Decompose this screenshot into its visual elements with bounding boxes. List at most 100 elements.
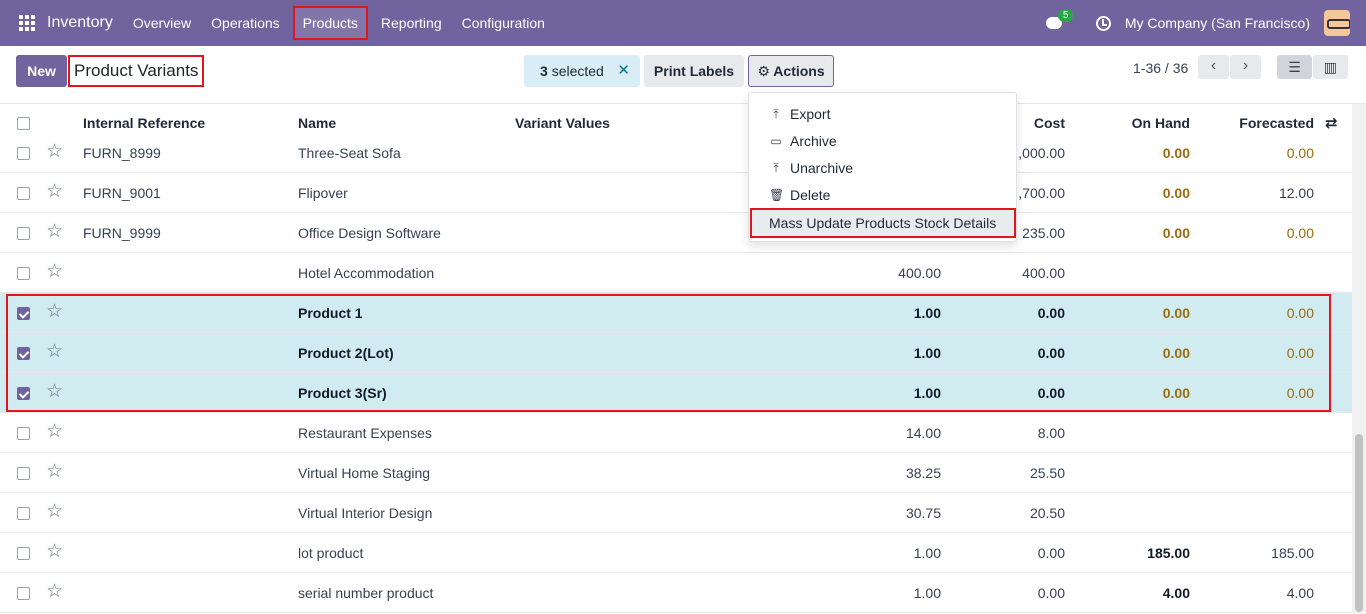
new-button[interactable]: New: [16, 55, 67, 87]
gear-icon: ⚙: [757, 63, 770, 79]
list-view-icon[interactable]: ☰: [1277, 55, 1312, 79]
user-avatar[interactable]: [1324, 10, 1350, 36]
vertical-scrollbar[interactable]: [1352, 104, 1366, 614]
cell-cost: 25.50: [1029, 465, 1065, 481]
chevron-right-icon[interactable]: ›: [1230, 55, 1261, 79]
cell-cost: 0.00: [1037, 545, 1065, 561]
cell-forecasted: 0.00: [1286, 145, 1314, 161]
table-row[interactable]: ☆ FURN_9999 Office Design Software 235.00 0.…: [0, 213, 1352, 253]
cell-name: Three-Seat Sofa: [298, 145, 401, 161]
cell-on-hand: 0.00: [1162, 225, 1190, 241]
menu-archive[interactable]: ▭ Archive: [769, 131, 837, 151]
table-row[interactable]: ☆ FURN_8999 Three-Seat Sofa ,000.00 0.00 0.00: [0, 133, 1352, 173]
menu-reporting[interactable]: Reporting: [371, 0, 452, 46]
row-checkbox[interactable]: [17, 467, 30, 480]
app-name[interactable]: Inventory: [47, 14, 113, 32]
table-row[interactable]: ☆ Virtual Home Staging 38.25 25.50: [0, 453, 1352, 493]
cell-internal-reference: FURN_9999: [83, 225, 161, 241]
clock-icon[interactable]: [1095, 15, 1111, 31]
inbox-icon: ▭: [770, 134, 782, 148]
delete-label: Delete: [790, 187, 831, 203]
cell-name: serial number product: [298, 585, 434, 601]
menu-delete[interactable]: 🗑 Delete: [769, 185, 830, 205]
cell-on-hand: 185.00: [1147, 545, 1190, 561]
menu-operations[interactable]: Operations: [201, 0, 289, 46]
table-row[interactable]: ☆ serial number product 1.00 0.00 4.00 4.00: [0, 573, 1352, 613]
selected-count: 3: [540, 63, 548, 79]
star-icon[interactable]: ☆: [46, 142, 63, 161]
archive-label: Archive: [790, 133, 837, 149]
cell-cost: 0.00: [1037, 585, 1065, 601]
table-row[interactable]: ☆ Virtual Interior Design 30.75 20.50: [0, 493, 1352, 533]
star-icon[interactable]: ☆: [46, 502, 63, 521]
menu-export[interactable]: ⤒ Export: [769, 104, 830, 124]
row-checkbox[interactable]: [17, 227, 30, 240]
table-row[interactable]: ☆ FURN_9001 Flipover ,700.00 0.00 12.00: [0, 173, 1352, 213]
cell-forecasted: 4.00: [1286, 585, 1314, 601]
unarchive-icon: ⤒: [773, 160, 779, 175]
cell-cost: 8.00: [1037, 425, 1065, 441]
mass-update-stock-details[interactable]: Mass Update Products Stock Details: [750, 208, 1016, 238]
actions-dropdown: ⤒ Export ▭ Archive ⤒ Unarchive 🗑 Delete Mass…: [748, 92, 1017, 242]
chat-icon[interactable]: 5: [1045, 9, 1074, 33]
table-row[interactable]: ☆ Restaurant Expenses 14.00 8.00: [0, 413, 1352, 453]
star-icon[interactable]: ☆: [46, 182, 63, 201]
actions-label: Actions: [773, 63, 825, 79]
star-icon[interactable]: ☆: [46, 542, 63, 561]
table-row[interactable]: ☆ lot product 1.00 0.00 185.00 185.00: [0, 533, 1352, 573]
control-panel: New Product Variants 3 selected ✕ Print …: [0, 46, 1366, 104]
print-labels-button[interactable]: Print Labels: [644, 55, 744, 87]
upload-icon: ⤒: [773, 106, 779, 121]
chevron-left-icon[interactable]: ‹: [1198, 55, 1229, 79]
table-row[interactable]: ☆ Hotel Accommodation 400.00 400.00: [0, 253, 1352, 293]
row-checkbox[interactable]: [17, 187, 30, 200]
row-checkbox[interactable]: [17, 587, 30, 600]
clear-selection-icon[interactable]: ✕: [617, 55, 630, 87]
cell-cost: 400.00: [1022, 265, 1065, 281]
cell-sales-price: 1.00: [913, 545, 941, 561]
cell-sales-price: 38.25: [905, 465, 941, 481]
cell-on-hand: 0.00: [1162, 185, 1190, 201]
cell-sales-price: 14.00: [905, 425, 941, 441]
cell-forecasted: 185.00: [1271, 545, 1314, 561]
row-checkbox[interactable]: [17, 147, 30, 160]
menu-unarchive[interactable]: ⤒ Unarchive: [769, 158, 853, 178]
star-icon[interactable]: ☆: [46, 582, 63, 601]
apps-grid-icon[interactable]: [19, 15, 35, 31]
selected-label: selected: [551, 63, 604, 79]
row-checkbox[interactable]: [17, 547, 30, 560]
cell-name: Office Design Software: [298, 225, 441, 241]
cell-name: Virtual Interior Design: [298, 505, 433, 521]
cell-sales-price: 1.00: [913, 585, 941, 601]
cell-forecasted: 12.00: [1278, 185, 1314, 201]
star-icon[interactable]: ☆: [46, 222, 63, 241]
chat-badge: 5: [1057, 9, 1074, 22]
cell-cost: ,700.00: [1018, 185, 1065, 201]
actions-button[interactable]: ⚙ Actions: [748, 55, 834, 87]
breadcrumb: Product Variants: [68, 55, 205, 87]
row-checkbox[interactable]: [17, 507, 30, 520]
cell-name: Virtual Home Staging: [298, 465, 431, 481]
unarchive-label: Unarchive: [790, 160, 854, 176]
selection-highlight: [6, 294, 1331, 412]
company-switcher[interactable]: My Company (San Francisco): [1125, 15, 1310, 31]
row-checkbox[interactable]: [17, 267, 30, 280]
cell-name: Restaurant Expenses: [298, 425, 432, 441]
select-all-checkbox[interactable]: [17, 117, 30, 130]
star-icon[interactable]: ☆: [46, 262, 63, 281]
cell-forecasted: 0.00: [1286, 225, 1314, 241]
star-icon[interactable]: ☆: [46, 422, 63, 441]
cell-internal-reference: FURN_9001: [83, 185, 161, 201]
trash-icon: 🗑: [769, 188, 785, 202]
cell-on-hand: 0.00: [1162, 145, 1190, 161]
row-checkbox[interactable]: [17, 427, 30, 440]
top-navbar: Inventory Overview Operations Products R…: [0, 0, 1366, 46]
menu-overview[interactable]: Overview: [123, 0, 201, 46]
menu-products[interactable]: Products: [292, 6, 368, 40]
pager-value[interactable]: 1-36 / 36: [1133, 60, 1188, 76]
menu-configuration[interactable]: Configuration: [452, 0, 555, 46]
cell-name: Hotel Accommodation: [298, 265, 435, 281]
cell-cost: 20.50: [1029, 505, 1065, 521]
kanban-view-icon[interactable]: ▥: [1313, 55, 1348, 79]
star-icon[interactable]: ☆: [46, 462, 63, 481]
